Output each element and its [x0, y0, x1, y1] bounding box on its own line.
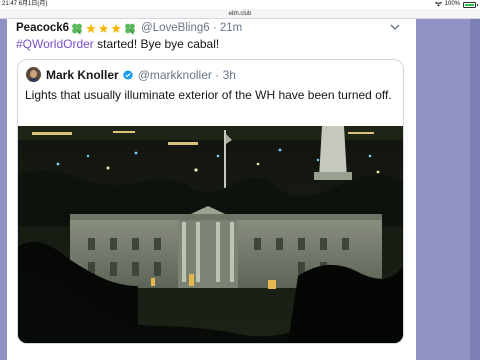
tweet-text: #QWorldOrder started! Bye bye cabal!	[16, 37, 219, 51]
tweet-time: 21m	[219, 22, 243, 34]
address-bar[interactable]: ebh.club	[0, 9, 480, 19]
tweet-header: Peacock6 ★ ★ ★ @LoveBling6 · 21m	[16, 21, 242, 35]
four-leaf-clover-icon	[72, 23, 82, 35]
star-icon: ★	[97, 20, 110, 36]
screen: 21:47 6月1日(月) 100% ebh.club Peacock6 ★ ★…	[0, 0, 480, 360]
tweet-handle[interactable]: @LoveBling6 · 21m	[141, 22, 242, 34]
hashtag-link[interactable]: #QWorldOrder	[16, 37, 94, 51]
chevron-down-icon[interactable]	[390, 23, 400, 31]
quoted-tweet-text: Lights that usually illuminate exterior …	[25, 88, 392, 102]
battery-percent: 100%	[444, 1, 460, 7]
white-house-night-photo[interactable]	[18, 126, 403, 344]
status-right: 100%	[434, 1, 478, 8]
tweet-card[interactable]: Peacock6 ★ ★ ★ @LoveBling6 · 21m #QWorld…	[7, 19, 416, 360]
quoted-tweet-header: Mark Knoller @markknoller · 3h	[46, 67, 236, 82]
quoted-time: 3h	[222, 67, 236, 82]
avatar-face	[30, 70, 37, 78]
avatar[interactable]	[26, 67, 41, 82]
quoted-tweet[interactable]: Mark Knoller @markknoller · 3h Lights th…	[17, 59, 404, 344]
quoted-display-name[interactable]: Mark Knoller	[46, 68, 119, 82]
url-text: ebh.club	[228, 11, 252, 17]
sidebar-edge	[470, 19, 480, 360]
star-icon: ★	[110, 20, 123, 36]
avatar-shirt	[27, 78, 40, 82]
four-leaf-clover-icon	[125, 23, 135, 35]
battery-fill	[465, 3, 474, 6]
battery-icon	[463, 1, 478, 8]
star-icon: ★	[85, 20, 97, 36]
quoted-handle[interactable]: @markknoller · 3h	[138, 68, 236, 82]
tweet-text-rest: started! Bye bye cabal!	[93, 37, 220, 51]
status-bar: 21:47 6月1日(月) 100%	[0, 0, 480, 9]
status-time: 21:47 6月1日(月)	[2, 1, 48, 7]
verified-badge-icon	[122, 69, 133, 80]
background-gap	[416, 19, 470, 360]
tweet-display-name[interactable]: Peacock6	[16, 22, 69, 34]
battery-cap	[477, 3, 478, 6]
wifi-icon	[434, 2, 442, 7]
